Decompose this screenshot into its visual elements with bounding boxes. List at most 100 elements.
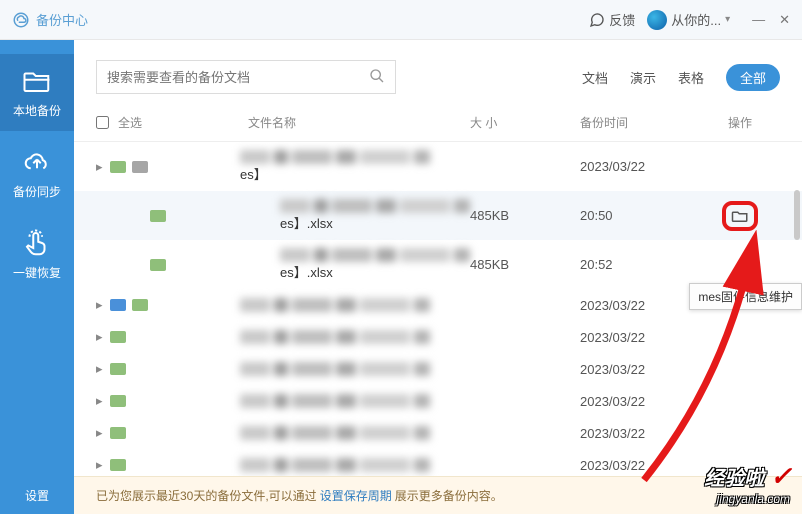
user-label: 从你的...: [671, 10, 721, 29]
file-icon-group: [110, 427, 240, 439]
table-row[interactable]: ▸ 2023/03/22: [74, 321, 802, 353]
filetype-icon: [110, 459, 126, 471]
backup-time: 2023/03/22: [580, 426, 700, 441]
open-folder-button[interactable]: [722, 201, 758, 231]
search-icon[interactable]: [369, 68, 385, 87]
file-icon-group: [150, 259, 280, 271]
watermark: 经验啦 ✓: [704, 461, 792, 492]
filter-all[interactable]: 全部: [726, 64, 780, 91]
filetype-icon: [110, 395, 126, 407]
file-suffix: es】.xlsx: [280, 265, 333, 280]
watermark-url: jingyanla.com: [717, 492, 790, 506]
feedback-button[interactable]: 反馈: [589, 10, 635, 29]
expand-arrow-icon[interactable]: ▸: [96, 425, 110, 441]
expand-arrow-icon[interactable]: ▸: [96, 361, 110, 377]
table-row[interactable]: ▸ 2023/03/22: [74, 417, 802, 449]
table-row[interactable]: es】.xlsx 485KB20:50: [74, 191, 802, 240]
watermark-cn: 经验啦: [704, 462, 764, 491]
backup-time: 20:50: [580, 208, 700, 223]
table-row[interactable]: ▸ 2023/03/22: [74, 353, 802, 385]
file-icon-group: [110, 459, 240, 471]
speech-icon: [589, 12, 605, 28]
minimize-button[interactable]: —: [752, 12, 765, 28]
table-row[interactable]: ▸ es】 2023/03/22: [74, 142, 802, 191]
user-menu[interactable]: 从你的... ▾: [647, 10, 730, 30]
cloud-upload-icon: [22, 147, 52, 177]
footer-post: 展示更多备份内容。: [395, 487, 503, 504]
row-actions: [700, 201, 780, 231]
backup-time: 2023/03/22: [580, 159, 700, 174]
table-header: 全选 文件名称 大 小 备份时间 操作: [74, 104, 802, 142]
cloud-backup-icon: [12, 11, 30, 29]
file-icon-group: [150, 210, 280, 222]
col-time: 备份时间: [580, 114, 700, 131]
sidebar-label-sync: 备份同步: [13, 183, 61, 200]
table-row[interactable]: ▸ 2023/03/22: [74, 449, 802, 476]
sidebar-item-restore[interactable]: 一键恢复: [0, 216, 74, 293]
col-filename: 文件名称: [158, 114, 470, 131]
table-row[interactable]: ▸ 2023/03/22: [74, 385, 802, 417]
filetype-icon: [110, 299, 126, 311]
file-icon-group: [110, 363, 240, 375]
tooltip: mes固件信息维护: [689, 283, 802, 310]
titlebar-right: 反馈 从你的... ▾ — ✕: [589, 10, 790, 30]
search-box[interactable]: [96, 60, 396, 94]
table-row[interactable]: es】.xlsx485KB20:52: [74, 240, 802, 289]
filetype-icon: [110, 331, 126, 343]
filter-tabs: 文档 演示 表格 全部: [582, 64, 780, 91]
expand-arrow-icon[interactable]: ▸: [96, 329, 110, 345]
folder-icon: [22, 66, 52, 96]
filetype-icon: [132, 299, 148, 311]
file-icon-group: [110, 299, 240, 311]
col-size: 大 小: [470, 114, 580, 131]
filetype-icon: [110, 363, 126, 375]
filter-doc[interactable]: 文档: [582, 68, 608, 87]
backup-time: 2023/03/22: [580, 362, 700, 377]
expand-arrow-icon[interactable]: ▸: [96, 393, 110, 409]
sidebar-item-sync[interactable]: 备份同步: [0, 135, 74, 212]
col-op: 操作: [700, 114, 780, 131]
file-name: es】.xlsx: [280, 199, 470, 232]
avatar: [647, 10, 667, 30]
backup-time: 2023/03/22: [580, 330, 700, 345]
chevron-down-icon: ▾: [725, 14, 730, 25]
toolbar: 文档 演示 表格 全部: [74, 40, 802, 104]
scrollbar-thumb[interactable]: [794, 190, 800, 240]
file-suffix: es】: [240, 167, 267, 182]
expand-arrow-icon[interactable]: ▸: [96, 457, 110, 473]
file-size: 485KB: [470, 208, 580, 223]
filetype-icon: [132, 161, 148, 173]
search-input[interactable]: [107, 70, 369, 85]
content-area: 文档 演示 表格 全部 全选 文件名称 大 小 备份时间 操作 ▸ es】 202…: [74, 40, 802, 514]
file-icon-group: [110, 161, 240, 173]
select-all-label[interactable]: 全选: [118, 114, 158, 131]
select-all-checkbox[interactable]: [96, 116, 118, 129]
tap-icon: [22, 228, 52, 258]
backup-time: 2023/03/22: [580, 458, 700, 473]
filter-pres[interactable]: 演示: [630, 68, 656, 87]
titlebar: 备份中心 反馈 从你的... ▾ — ✕: [0, 0, 802, 40]
app-title: 备份中心: [36, 10, 88, 29]
sidebar-label-restore: 一键恢复: [13, 264, 61, 281]
file-name: [240, 330, 470, 344]
expand-arrow-icon[interactable]: ▸: [96, 297, 110, 313]
sidebar-item-local-backup[interactable]: 本地备份: [0, 54, 74, 131]
feedback-label: 反馈: [609, 10, 635, 29]
footer-link[interactable]: 设置保存周期: [320, 487, 392, 504]
filter-sheet[interactable]: 表格: [678, 68, 704, 87]
expand-arrow-icon[interactable]: ▸: [96, 159, 110, 175]
file-suffix: es】.xlsx: [280, 216, 333, 231]
filetype-icon: [110, 427, 126, 439]
file-name: [240, 426, 470, 440]
file-name: [240, 394, 470, 408]
backup-time: 2023/03/22: [580, 394, 700, 409]
close-button[interactable]: ✕: [779, 12, 790, 28]
sidebar-settings[interactable]: 设置: [0, 477, 74, 514]
footer-notice: 已为您展示最近30天的备份文件,可以通过 设置保存周期 展示更多备份内容。: [74, 476, 802, 514]
sidebar-label-local: 本地备份: [13, 102, 61, 119]
backup-time: 20:52: [580, 257, 700, 272]
window-controls: — ✕: [752, 12, 790, 28]
file-name: es】: [240, 150, 470, 183]
checkmark-icon: ✓: [770, 461, 792, 492]
titlebar-left: 备份中心: [12, 10, 589, 29]
